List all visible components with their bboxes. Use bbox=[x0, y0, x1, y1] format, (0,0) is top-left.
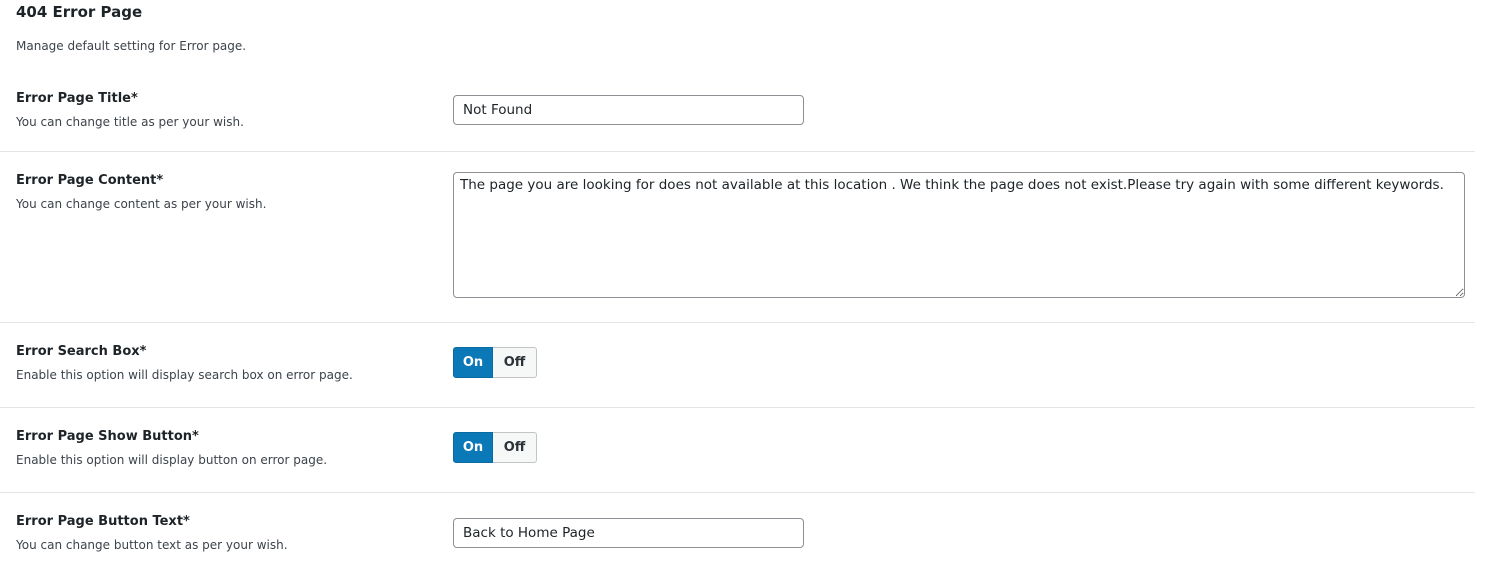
field-label-content: Error Page Content* bbox=[16, 173, 164, 188]
row-error-page-button-text: Error Page Button Text* You can change b… bbox=[0, 513, 1475, 573]
field-help-title: You can change title as per your wish. bbox=[16, 115, 244, 129]
search-box-toggle: On Off bbox=[453, 347, 537, 378]
field-help-show-button: Enable this option will display button o… bbox=[16, 453, 328, 467]
field-help-button-text: You can change button text as per your w… bbox=[16, 538, 288, 552]
row-error-search-box: Error Search Box* Enable this option wil… bbox=[0, 343, 1475, 408]
label-group-search-box: Error Search Box* Enable this option wil… bbox=[16, 343, 436, 383]
row-error-page-content: Error Page Content* You can change conte… bbox=[0, 172, 1475, 323]
error-page-button-text-input[interactable] bbox=[453, 518, 804, 548]
show-button-on-button[interactable]: On bbox=[453, 432, 493, 463]
error-page-title-input[interactable] bbox=[453, 95, 804, 125]
field-help-content: You can change content as per your wish. bbox=[16, 197, 267, 211]
row-error-page-show-button: Error Page Show Button* Enable this opti… bbox=[0, 428, 1475, 493]
show-button-off-button[interactable]: Off bbox=[493, 432, 537, 463]
label-group-show-button: Error Page Show Button* Enable this opti… bbox=[16, 428, 436, 468]
field-label-search-box: Error Search Box* bbox=[16, 344, 147, 359]
page-title: 404 Error Page bbox=[16, 3, 143, 21]
label-group-button-text: Error Page Button Text* You can change b… bbox=[16, 513, 436, 553]
search-box-off-button[interactable]: Off bbox=[493, 347, 537, 378]
field-label-show-button: Error Page Show Button* bbox=[16, 429, 199, 444]
show-button-toggle: On Off bbox=[453, 432, 537, 463]
search-box-on-button[interactable]: On bbox=[453, 347, 493, 378]
error-page-content-textarea[interactable]: The page you are looking for does not av… bbox=[453, 172, 1465, 298]
field-help-search-box: Enable this option will display search b… bbox=[16, 368, 353, 382]
row-error-page-title: Error Page Title* You can change title a… bbox=[0, 90, 1475, 152]
field-label-button-text: Error Page Button Text* bbox=[16, 514, 190, 529]
field-label-title: Error Page Title* bbox=[16, 91, 138, 106]
page-description: Manage default setting for Error page. bbox=[16, 39, 247, 53]
label-group-content: Error Page Content* You can change conte… bbox=[16, 172, 436, 212]
label-group-title: Error Page Title* You can change title a… bbox=[16, 90, 436, 130]
